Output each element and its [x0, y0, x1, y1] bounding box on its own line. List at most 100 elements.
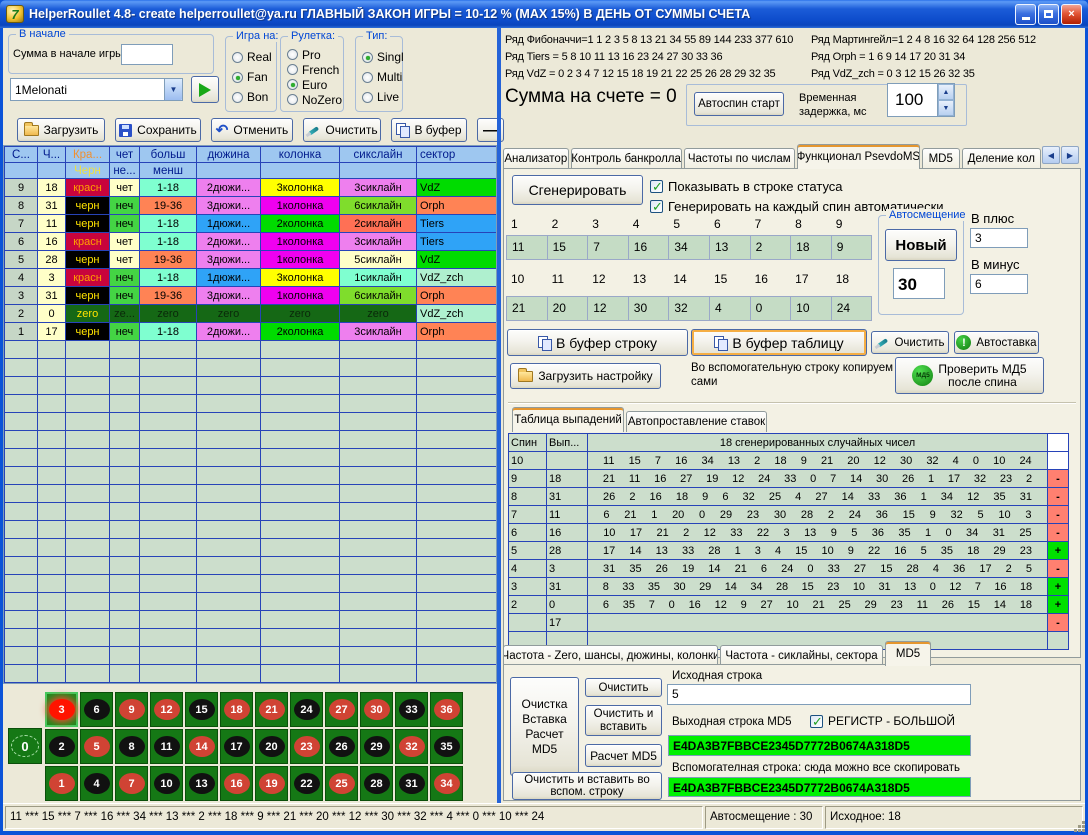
plus-field[interactable]: 3 — [970, 228, 1028, 248]
radio-real[interactable]: Real — [232, 50, 274, 64]
minus-field[interactable]: 6 — [970, 274, 1028, 294]
toolbar-folder-button[interactable]: Загрузить — [17, 118, 105, 142]
table-empty-row — [5, 575, 497, 593]
tab-Анализатор[interactable]: Анализатор — [503, 148, 569, 169]
radio-euro[interactable]: Euro — [287, 78, 341, 92]
autospin-start-button[interactable]: Автоспин старт — [694, 92, 784, 116]
tab-Частота - Zero, шансы, дюжины, колонки[interactable]: Частота - Zero, шансы, дюжины, колонки — [503, 645, 718, 666]
roulette-cell-35[interactable]: 35 — [430, 729, 463, 764]
clear-generator-button[interactable]: Очистить — [871, 331, 949, 354]
roulette-cell-5[interactable]: 5 — [80, 729, 113, 764]
roulette-cell-17[interactable]: 17 — [220, 729, 253, 764]
md5-clear-aux-button[interactable]: Очистить и вставить во вспом. строку — [512, 772, 662, 800]
autobet-button[interactable]: ! Автоставка — [954, 331, 1039, 354]
roulette-cell-31[interactable]: 31 — [395, 766, 428, 801]
roulette-cell-29[interactable]: 29 — [360, 729, 393, 764]
play-button[interactable] — [191, 76, 219, 103]
load-settings-button[interactable]: Загрузить настройку — [510, 363, 661, 389]
tab-MD5[interactable]: MD5 — [922, 148, 960, 169]
show-status-checkbox[interactable]: Показывать в строке статуса — [650, 179, 843, 194]
radio-fan[interactable]: Fan — [232, 70, 274, 84]
radio-french[interactable]: French — [287, 63, 341, 77]
copy-row-button[interactable]: В буфер строку — [507, 329, 688, 356]
generate-button[interactable]: Сгенерировать — [512, 175, 643, 205]
tab-Автопроставление ставок[interactable]: Автопроставление ставок — [626, 411, 767, 432]
roulette-cell-1[interactable]: 1 — [45, 766, 78, 801]
maximize-button[interactable] — [1038, 4, 1059, 25]
roulette-cell-9[interactable]: 9 — [115, 692, 148, 727]
radio-bon[interactable]: Bon — [232, 90, 274, 104]
roulette-cell-32[interactable]: 32 — [395, 729, 428, 764]
radio-nozero[interactable]: NoZero — [287, 93, 341, 107]
toolbar-save-button[interactable]: Сохранить — [115, 118, 201, 142]
toolbar-brush-button[interactable]: Очистить — [303, 118, 381, 142]
new-button[interactable]: Новый — [885, 229, 957, 261]
minimize-button[interactable] — [1015, 4, 1036, 25]
copy-table-button[interactable]: В буфер таблицу — [691, 329, 867, 356]
register-checkbox[interactable]: РЕГИСТР - БОЛЬШОЙ — [810, 714, 955, 728]
check-md5-button[interactable]: МД5 Проверить МД5 после спина — [895, 357, 1044, 394]
md5-calc-button[interactable]: Расчет MD5 — [585, 744, 662, 767]
tab-Контроль банкролла[interactable]: Контроль банкролла — [571, 148, 682, 169]
roulette-cell-30[interactable]: 30 — [360, 692, 393, 727]
radio-singl[interactable]: Singl — [362, 50, 400, 64]
md5-clear-button[interactable]: Очистить — [585, 678, 662, 697]
delay-value[interactable]: 100 — [888, 84, 937, 116]
arrow-left-icon[interactable]: ◀ — [1042, 146, 1060, 164]
roulette-cell-27[interactable]: 27 — [325, 692, 358, 727]
roulette-cell-15[interactable]: 15 — [185, 692, 218, 727]
roulette-cell-10[interactable]: 10 — [150, 766, 183, 801]
cell — [66, 575, 110, 593]
chevron-down-icon[interactable]: ▼ — [164, 79, 182, 100]
roulette-cell-24[interactable]: 24 — [290, 692, 323, 727]
roulette-cell-34[interactable]: 34 — [430, 766, 463, 801]
roulette-cell-12[interactable]: 12 — [150, 692, 183, 727]
arrow-right-icon[interactable]: ▶ — [1061, 146, 1079, 164]
start-sum-input[interactable] — [121, 44, 173, 65]
roulette-cell-16[interactable]: 16 — [220, 766, 253, 801]
roulette-cell-4[interactable]: 4 — [80, 766, 113, 801]
roulette-cell-26[interactable]: 26 — [325, 729, 358, 764]
roulette-cell-20[interactable]: 20 — [255, 729, 288, 764]
md5-clear-paste-button[interactable]: Очистить и вставить — [585, 705, 662, 736]
radio-pro[interactable]: Pro — [287, 48, 341, 62]
roulette-cell-13[interactable]: 13 — [185, 766, 218, 801]
close-button[interactable]: × — [1061, 4, 1082, 25]
tab-Деление кол[interactable]: Деление кол — [962, 148, 1041, 169]
roulette-cell-36[interactable]: 36 — [430, 692, 463, 727]
md5-output-field[interactable]: E4DA3B7FBBCE2345D7772B0674A318D5 — [668, 735, 971, 756]
tab-MD5[interactable]: MD5 — [885, 641, 931, 666]
roulette-cell-28[interactable]: 28 — [360, 766, 393, 801]
md5-big-button[interactable]: Очистка Вставка Расчет MD5 — [510, 677, 579, 776]
preset-combobox[interactable]: 1Melonati ▼ — [10, 78, 183, 101]
roulette-cell-21[interactable]: 21 — [255, 692, 288, 727]
roulette-cell-7[interactable]: 7 — [115, 766, 148, 801]
resize-grip[interactable] — [1082, 829, 1085, 832]
roulette-cell-3[interactable]: 3 — [45, 692, 78, 727]
autoshift-value-field[interactable]: 30 — [893, 268, 945, 299]
roulette-cell-11[interactable]: 11 — [150, 729, 183, 764]
radio-multi[interactable]: Multi — [362, 70, 400, 84]
roulette-cell-19[interactable]: 19 — [255, 766, 288, 801]
roulette-cell-6[interactable]: 6 — [80, 692, 113, 727]
tab-Частоты по числам[interactable]: Частоты по числам — [684, 148, 795, 169]
roulette-cell-33[interactable]: 33 — [395, 692, 428, 727]
roulette-cell-22[interactable]: 22 — [290, 766, 323, 801]
roulette-cell-23[interactable]: 23 — [290, 729, 323, 764]
roulette-cell-14[interactable]: 14 — [185, 729, 218, 764]
tab-Частота - сиклайны, сектора[interactable]: Частота - сиклайны, сектора — [720, 645, 883, 666]
roulette-cell-8[interactable]: 8 — [115, 729, 148, 764]
toolbar-copy-button[interactable]: В буфер — [391, 118, 467, 142]
tab-Таблица выпадений[interactable]: Таблица выпадений — [512, 407, 624, 432]
md5-aux-field[interactable]: E4DA3B7FBBCE2345D7772B0674A318D5 — [668, 777, 971, 797]
tab-Функционал PsevdoMS[interactable]: Функционал PsevdoMS — [797, 144, 920, 169]
source-string-input[interactable]: 5 — [667, 684, 971, 705]
roulette-cell-0[interactable]: 0 — [8, 728, 42, 764]
roulette-cell-18[interactable]: 18 — [220, 692, 253, 727]
arrow-down-icon[interactable]: ▼ — [938, 100, 954, 116]
arrow-up-icon[interactable]: ▲ — [938, 84, 954, 100]
roulette-cell-2[interactable]: 2 — [45, 729, 78, 764]
radio-live[interactable]: Live — [362, 90, 400, 104]
roulette-cell-25[interactable]: 25 — [325, 766, 358, 801]
toolbar-undo-button[interactable]: Отменить — [211, 118, 293, 142]
